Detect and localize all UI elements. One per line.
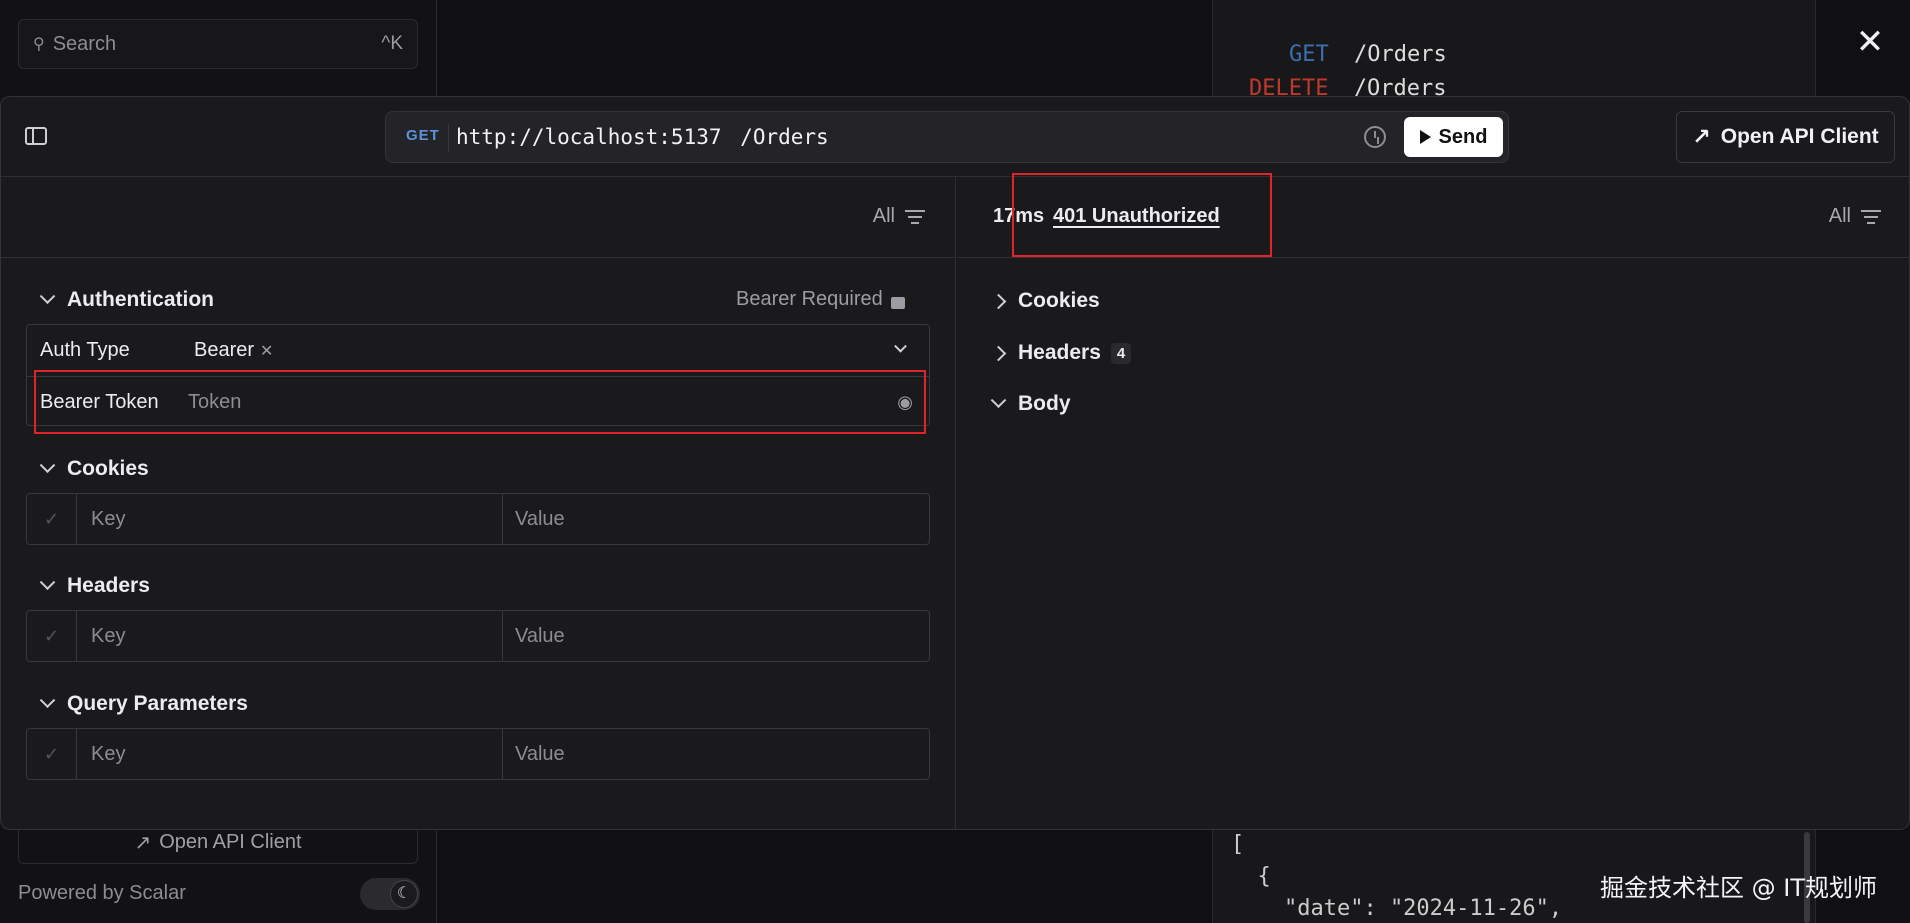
value-input[interactable]: Value — [503, 729, 929, 779]
headers-table: ✓ Key Value — [26, 610, 930, 662]
request-toolbar: GET http://localhost:5137 /Orders Send ↗… — [1, 97, 1909, 177]
moon-icon: ☾ — [390, 880, 418, 908]
response-body-toggle[interactable]: Body — [990, 391, 1071, 416]
sidebar-toggle-icon[interactable] — [25, 127, 47, 145]
filter-label: All — [1828, 205, 1851, 227]
response-filter[interactable]: All — [1829, 205, 1881, 228]
check-icon[interactable]: ✓ — [27, 611, 77, 661]
endpoint-row[interactable]: GET /Orders — [1289, 42, 1447, 67]
chevron-down-icon — [39, 456, 56, 473]
chevron-down-icon — [990, 391, 1007, 408]
cookies-table: ✓ Key Value — [26, 493, 930, 545]
key-input[interactable]: Key — [77, 611, 503, 661]
authentication-toggle[interactable]: Authentication — [39, 287, 214, 312]
section-label: Authentication — [67, 288, 214, 311]
filter-label: All — [872, 205, 895, 227]
key-input[interactable]: Key — [77, 729, 503, 779]
key-input[interactable]: Key — [77, 494, 503, 544]
value-input[interactable]: Value — [503, 494, 929, 544]
divider — [448, 124, 449, 152]
arrow-up-right-icon: ↗ — [134, 832, 152, 854]
section-label: Body — [1018, 392, 1071, 415]
search-box[interactable]: ⚲ Search ^K — [18, 19, 418, 69]
chevron-right-icon — [990, 293, 1007, 309]
filter-icon — [1861, 209, 1881, 224]
endpoint-path: /Orders — [1353, 76, 1447, 96]
headers-count-badge: 4 — [1110, 342, 1132, 364]
auth-status: Bearer Required — [736, 288, 905, 311]
code-line: { — [1231, 864, 1271, 889]
chevron-down-icon — [39, 573, 56, 590]
filter-icon — [905, 209, 925, 224]
method-badge[interactable]: GET — [406, 127, 440, 144]
theme-toggle[interactable]: ☾ — [360, 878, 420, 910]
history-icon[interactable] — [1364, 126, 1386, 148]
request-header: All — [1, 177, 955, 258]
url-base: http://localhost:5137 — [456, 125, 722, 149]
highlight-box — [1012, 173, 1272, 257]
bg-open-api-client-label: Open API Client — [159, 831, 302, 853]
response-pane: 17ms 401 Unauthorized All Cookies Header… — [957, 177, 1909, 829]
chevron-down-icon — [39, 287, 56, 304]
endpoint-row[interactable]: DELETE /Orders — [1249, 76, 1446, 96]
request-filter[interactable]: All — [873, 205, 925, 228]
check-icon[interactable]: ✓ — [27, 729, 77, 779]
chevron-right-icon — [990, 345, 1007, 361]
play-icon — [1419, 130, 1431, 144]
powered-by: Powered by Scalar — [18, 882, 186, 904]
remove-icon[interactable]: ✕ — [260, 341, 273, 361]
search-shortcut: ^K — [381, 33, 403, 54]
section-label: Query Parameters — [67, 692, 248, 715]
value-input[interactable]: Value — [503, 611, 929, 661]
url-input[interactable]: http://localhost:5137 /Orders — [456, 125, 829, 149]
lock-icon — [890, 296, 905, 309]
chevron-down-icon — [39, 691, 56, 708]
section-label: Headers — [1018, 341, 1101, 364]
endpoint-path: /Orders — [1354, 42, 1447, 67]
headers-toggle[interactable]: Headers — [39, 573, 150, 598]
chevron-down-icon[interactable] — [894, 339, 907, 353]
highlight-box — [34, 370, 926, 434]
response-cookies-toggle[interactable]: Cookies — [990, 289, 1100, 313]
auth-status-label: Bearer Required — [736, 288, 883, 310]
code-line: "date": "2024-11-26", — [1231, 896, 1563, 921]
endpoint-method: DELETE — [1249, 76, 1329, 96]
section-label: Headers — [67, 574, 150, 597]
close-icon[interactable]: ✕ — [1852, 24, 1888, 60]
open-api-client-button[interactable]: ↗ Open API Client — [1676, 111, 1895, 163]
code-line: [ — [1231, 832, 1245, 857]
send-label: Send — [1438, 125, 1488, 148]
open-api-client-label: Open API Client — [1720, 125, 1879, 148]
api-client-modal: GET http://localhost:5137 /Orders Send ↗… — [0, 96, 1910, 830]
check-icon[interactable]: ✓ — [27, 494, 77, 544]
auth-type-label: Auth Type — [40, 339, 130, 361]
send-button[interactable]: Send — [1404, 117, 1503, 157]
endpoint-method: GET — [1289, 42, 1329, 67]
section-label: Cookies — [1018, 289, 1100, 312]
response-headers-toggle[interactable]: Headers 4 — [990, 341, 1132, 365]
url-bar[interactable]: GET http://localhost:5137 /Orders Send — [385, 111, 1509, 163]
endpoints-panel: GET /Orders DELETE /Orders — [1212, 0, 1816, 96]
search-icon: ⚲ — [33, 36, 45, 53]
section-label: Cookies — [67, 457, 149, 480]
query-table: ✓ Key Value — [26, 728, 930, 780]
arrow-up-right-icon: ↗ — [1692, 124, 1711, 149]
auth-type-row[interactable]: Auth Type Bearer ✕ — [27, 325, 929, 376]
watermark: 掘金技术社区 @ IT规划师 — [1600, 874, 1877, 902]
auth-type-value: Bearer — [194, 339, 255, 361]
query-parameters-toggle[interactable]: Query Parameters — [39, 691, 248, 716]
url-path: /Orders — [740, 125, 829, 149]
search-placeholder: Search — [52, 32, 117, 55]
cookies-toggle[interactable]: Cookies — [39, 456, 149, 481]
